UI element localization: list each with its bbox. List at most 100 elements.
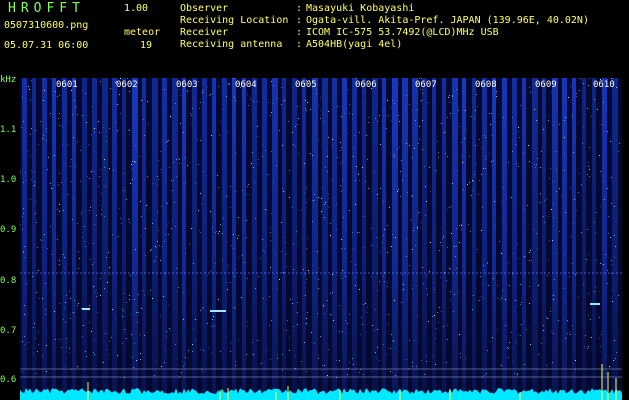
noise-speckle [250, 99, 251, 100]
noise-speckle [503, 187, 504, 188]
noise-speckle [403, 289, 404, 290]
noise-speckle [144, 335, 145, 336]
noise-speckle [113, 257, 114, 258]
noise-speckle [339, 305, 340, 306]
noise-speckle [397, 191, 398, 192]
y-tick-1.0: 1.0 [0, 175, 17, 185]
noise-speckle [588, 85, 589, 86]
noise-speckle [477, 249, 478, 250]
noise-speckle [172, 220, 173, 221]
noise-speckle [341, 116, 342, 117]
file-datetime: 05.07.31 06:00 [4, 40, 89, 51]
noise-speckle [359, 232, 360, 233]
noise-speckle [412, 196, 413, 197]
noise-speckle [103, 362, 104, 363]
noise-speckle [556, 169, 557, 170]
noise-band [142, 78, 146, 400]
noise-speckle [449, 268, 450, 269]
noise-speckle [263, 298, 264, 299]
noise-speckle [165, 142, 166, 143]
noise-speckle [222, 259, 223, 260]
noise-speckle [451, 233, 452, 234]
noise-speckle [94, 171, 95, 172]
noise-speckle [518, 335, 519, 336]
noise-speckle [191, 115, 192, 116]
noise-speckle [129, 91, 130, 92]
noise-speckle [246, 354, 247, 355]
noise-speckle [411, 195, 412, 196]
noise-speckle [26, 180, 27, 181]
noise-speckle [106, 141, 107, 142]
noise-speckle [394, 103, 395, 104]
noise-speckle [101, 193, 102, 194]
noise-speckle [31, 80, 32, 81]
noise-speckle [459, 126, 460, 127]
noise-band [182, 78, 186, 400]
noise-speckle [28, 86, 29, 87]
noise-speckle [46, 131, 47, 132]
x-tick-0610: 0610 [593, 80, 615, 90]
noise-speckle [71, 159, 72, 160]
noise-speckle [509, 285, 510, 286]
noise-speckle [217, 175, 218, 176]
noise-speckle [115, 318, 116, 319]
noise-speckle [43, 100, 44, 101]
noise-speckle [271, 151, 272, 152]
noise-speckle [200, 349, 201, 350]
noise-speckle [481, 296, 482, 297]
noise-speckle [195, 128, 196, 129]
noise-speckle [469, 156, 470, 157]
noise-speckle [336, 204, 337, 205]
noise-speckle [59, 125, 60, 126]
noise-speckle [293, 144, 294, 145]
noise-speckle [255, 218, 256, 219]
noise-speckle [170, 330, 171, 331]
noise-speckle [260, 258, 261, 259]
noise-speckle [324, 204, 325, 205]
noise-speckle [22, 341, 23, 342]
noise-speckle [340, 163, 341, 164]
noise-speckle [110, 274, 111, 275]
noise-speckle [271, 320, 272, 321]
noise-speckle [327, 156, 328, 157]
noise-speckle [330, 235, 331, 236]
x-tick-0605: 0605 [295, 80, 317, 90]
noise-speckle [317, 313, 318, 314]
noise-speckle [286, 330, 287, 331]
noise-speckle [516, 163, 517, 164]
noise-speckle [100, 278, 101, 279]
noise-speckle [380, 144, 381, 145]
noise-speckle [518, 131, 519, 132]
noise-speckle [277, 98, 278, 99]
noise-speckle [508, 162, 509, 163]
noise-speckle [507, 347, 508, 348]
noise-speckle [121, 223, 122, 224]
noise-speckle [460, 357, 461, 358]
noise-speckle [564, 120, 565, 121]
noise-speckle [526, 329, 527, 330]
noise-speckle [238, 339, 239, 340]
noise-speckle [23, 251, 24, 252]
noise-speckle [484, 135, 485, 136]
noise-speckle [456, 89, 457, 90]
noise-speckle [65, 110, 66, 111]
noise-speckle [297, 124, 298, 125]
noise-speckle [449, 95, 450, 96]
noise-speckle [430, 191, 431, 192]
noise-speckle [277, 288, 278, 289]
noise-speckle [419, 139, 420, 140]
noise-speckle [235, 100, 236, 101]
noise-speckle [220, 351, 221, 352]
noise-speckle [375, 352, 376, 353]
noise-speckle [611, 273, 612, 274]
noise-band [402, 78, 408, 400]
noise-speckle [219, 231, 220, 232]
noise-speckle [422, 267, 423, 268]
noise-speckle [578, 297, 579, 298]
noise-speckle [451, 206, 452, 207]
noise-speckle [211, 135, 212, 136]
noise-band [542, 78, 546, 400]
noise-speckle [481, 230, 482, 231]
noise-speckle [474, 118, 475, 119]
noise-speckle [179, 159, 180, 160]
